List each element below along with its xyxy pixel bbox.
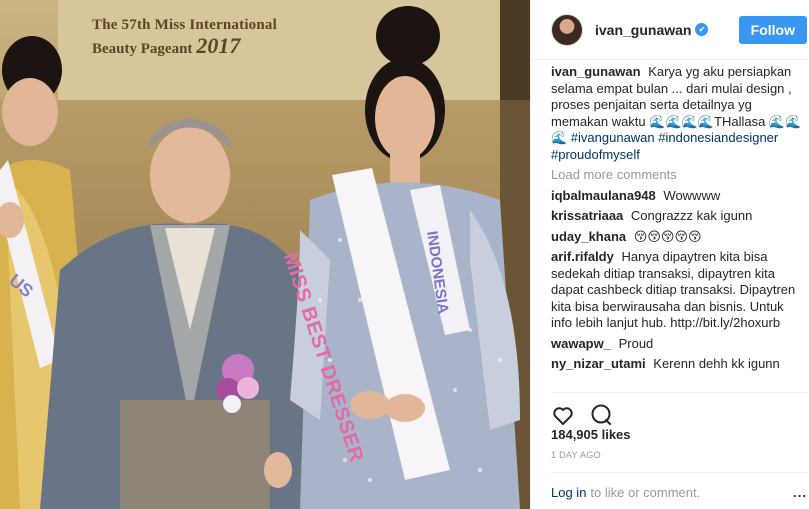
login-link[interactable]: Log in bbox=[551, 485, 586, 500]
photo-scene bbox=[0, 0, 530, 509]
post-photo[interactable]: The 57th Miss International Beauty Pagea… bbox=[0, 0, 530, 509]
comment-username[interactable]: arif.rifaldy bbox=[551, 249, 614, 264]
comment-username[interactable]: ny_nizar_utami bbox=[551, 356, 646, 371]
comment-text: Wowwww bbox=[663, 187, 721, 203]
comment-item: arif.rifaldy Hanya dipaytren kita bisa s… bbox=[551, 249, 807, 332]
comment-username[interactable]: krissatriaaa bbox=[551, 208, 623, 223]
post-header: ivan_gunawan ✔ Follow bbox=[531, 0, 809, 60]
comment-item: uday_khana 😚😚😚😚😚 bbox=[551, 229, 807, 246]
comment-text: Congrazzz kak igunn bbox=[630, 208, 753, 223]
comment-username[interactable]: wawapw_ bbox=[551, 336, 611, 351]
like-count[interactable]: 184,905 likes bbox=[551, 427, 631, 442]
header-username[interactable]: ivan_gunawan bbox=[595, 22, 691, 38]
more-options-icon[interactable]: ... bbox=[793, 485, 807, 500]
verified-check-icon: ✔ bbox=[695, 23, 709, 36]
comment-username[interactable]: iqbalmaulana948 bbox=[551, 188, 656, 203]
banner-year: 2017 bbox=[196, 32, 241, 58]
caption: ivan_gunawan Karya yg aku persiapkan sel… bbox=[551, 64, 807, 163]
banner-subtitle-text: Beauty Pageant bbox=[92, 40, 193, 57]
comment-text: Proud bbox=[618, 335, 654, 351]
caption-username[interactable]: ivan_gunawan bbox=[551, 64, 641, 79]
comment-text: 😚😚😚😚😚 bbox=[633, 228, 702, 244]
post-footer: Log in to like or comment. ... bbox=[551, 472, 807, 500]
avatar[interactable] bbox=[551, 13, 583, 46]
banner-subtitle: Beauty Pageant 2017 bbox=[92, 34, 277, 58]
comment-item: ny_nizar_utami Kerenn dehh kk igunn bbox=[551, 356, 807, 373]
comment-icon[interactable] bbox=[589, 403, 613, 427]
post-side-panel: ivan_gunawan ✔ Follow ivan_gunawan Karya… bbox=[530, 0, 809, 509]
banner-title: The 57th Miss International bbox=[92, 17, 277, 33]
post-actions bbox=[551, 392, 807, 432]
post-timestamp[interactable]: 1 DAY AGO bbox=[551, 450, 601, 460]
caption-hashtags[interactable]: 🌊 #ivangunawan #indonesiandesigner #prou… bbox=[551, 130, 778, 162]
comment-item: krissatriaaa Congrazzz kak igunn bbox=[551, 208, 807, 225]
footer-text: to like or comment. bbox=[590, 485, 701, 500]
comment-username[interactable]: uday_khana bbox=[551, 229, 626, 244]
load-more-comments-link[interactable]: Load more comments bbox=[551, 167, 807, 184]
comment-item: wawapw_ Proud bbox=[551, 336, 807, 353]
heart-icon[interactable] bbox=[551, 403, 575, 427]
comment-text: Kerenn dehh kk igunn bbox=[653, 356, 780, 371]
pageant-banner: The 57th Miss International Beauty Pagea… bbox=[92, 17, 277, 58]
comment-item: iqbalmaulana948 Wowwww bbox=[551, 188, 807, 205]
follow-button[interactable]: Follow bbox=[738, 15, 807, 44]
comments-list[interactable]: ivan_gunawan Karya yg aku persiapkan sel… bbox=[551, 60, 807, 386]
